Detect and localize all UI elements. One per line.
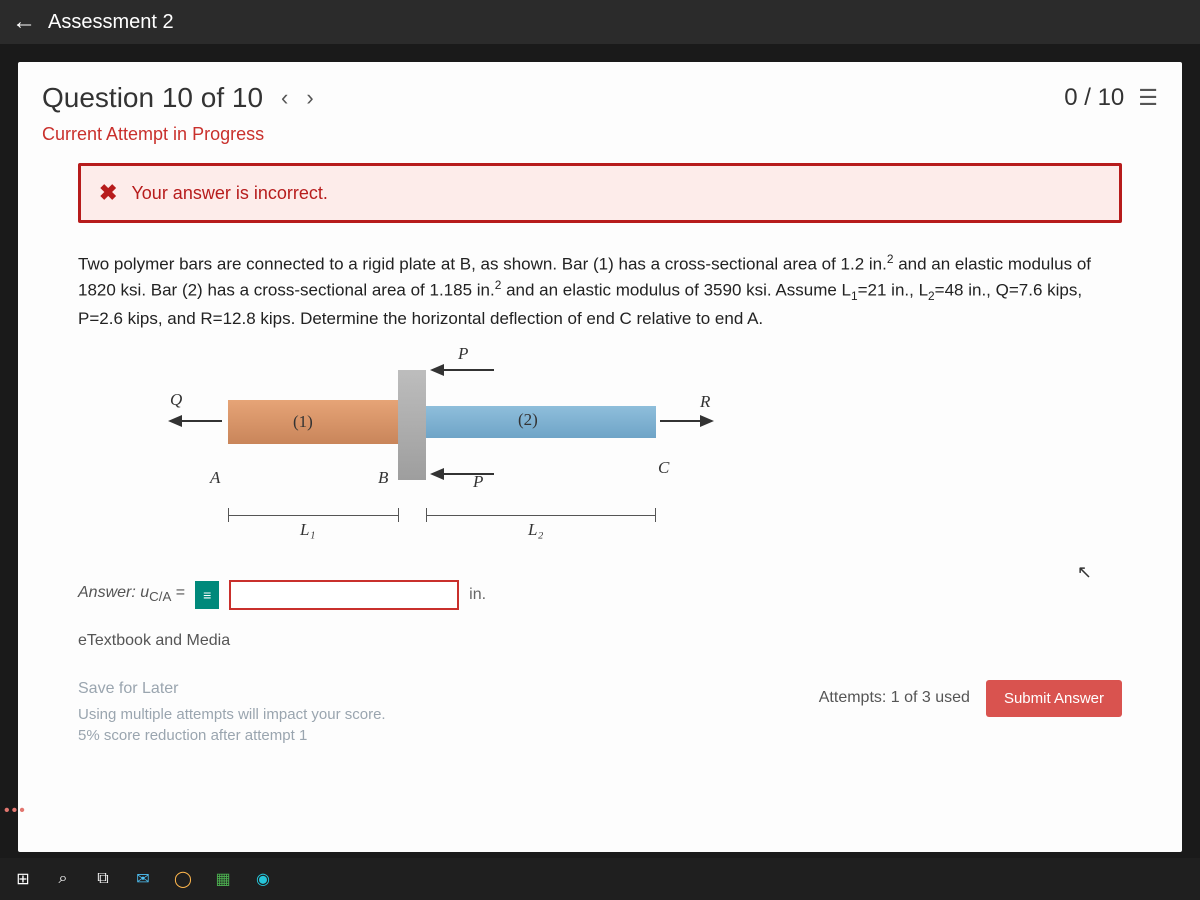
- attempt-status: Current Attempt in Progress: [18, 124, 1182, 163]
- answer-row: Answer: uC/A = ≡ in.: [78, 580, 1122, 610]
- label-l2: L₂: [528, 520, 543, 540]
- browser-icon[interactable]: ◯: [170, 866, 196, 892]
- error-message: Your answer is incorrect.: [131, 183, 327, 204]
- window-titlebar: ← Assessment 2: [0, 0, 1200, 44]
- task-view-icon[interactable]: ⧉: [90, 866, 116, 892]
- error-x-icon: ✖: [99, 180, 117, 206]
- prev-question-button[interactable]: ‹: [281, 85, 288, 111]
- footer-left: Save for Later Using multiple attempts w…: [78, 680, 386, 746]
- error-banner: ✖ Your answer is incorrect.: [78, 163, 1122, 223]
- mail-icon[interactable]: ✉: [130, 866, 156, 892]
- etextbook-link[interactable]: eTextbook and Media: [78, 632, 1122, 650]
- answer-unit: in.: [469, 586, 486, 604]
- rigid-plate: [398, 370, 426, 480]
- force-arrow-q: [168, 415, 182, 427]
- start-menu-icon[interactable]: ⊞: [10, 866, 36, 892]
- footer-row: Save for Later Using multiple attempts w…: [78, 680, 1122, 746]
- question-header: Question 10 of 10 ‹ › 0 / 10 ☰: [18, 62, 1182, 124]
- label-bar1: (1): [293, 412, 313, 432]
- app-icon-2[interactable]: ◉: [250, 866, 276, 892]
- label-p-bot: P: [473, 472, 483, 492]
- label-q: Q: [170, 390, 182, 410]
- side-menu-dots[interactable]: •••: [4, 802, 27, 820]
- impact-note-1: Using multiple attempts will impact your…: [78, 704, 386, 725]
- back-arrow-icon[interactable]: ←: [12, 8, 36, 36]
- bar-2: [426, 406, 656, 438]
- label-a: A: [210, 468, 220, 488]
- question-list-icon[interactable]: ☰: [1138, 85, 1158, 111]
- next-question-button[interactable]: ›: [306, 85, 313, 111]
- score-display: 0 / 10: [1064, 84, 1124, 112]
- label-p-top: P: [458, 344, 468, 364]
- impact-note-2: 5% score reduction after attempt 1: [78, 725, 386, 746]
- cursor-icon: ↖: [1077, 562, 1092, 583]
- app-icon-1[interactable]: ▦: [210, 866, 236, 892]
- answer-input[interactable]: [229, 580, 459, 610]
- footer-right: Attempts: 1 of 3 used Submit Answer: [819, 680, 1122, 717]
- save-for-later-link[interactable]: Save for Later: [78, 680, 386, 698]
- attempts-used: Attempts: 1 of 3 used: [819, 689, 970, 707]
- submit-answer-button[interactable]: Submit Answer: [986, 680, 1122, 717]
- force-arrow-p-bot: [430, 468, 444, 480]
- bar-1: [228, 400, 398, 444]
- label-b: B: [378, 468, 388, 488]
- question-nav: ‹ ›: [281, 85, 314, 111]
- problem-statement: Two polymer bars are connected to a rigi…: [78, 251, 1122, 332]
- force-arrow-p-top: [430, 364, 444, 376]
- assessment-title: Assessment 2: [48, 11, 174, 34]
- content-panel: Question 10 of 10 ‹ › 0 / 10 ☰ Current A…: [18, 62, 1182, 852]
- label-bar2: (2): [518, 410, 538, 430]
- taskbar: ⊞ ⌕ ⧉ ✉ ◯ ▦ ◉: [0, 858, 1200, 900]
- force-arrow-r: [700, 415, 714, 427]
- problem-diagram: Q (1) P P (2) R A B C L₁: [78, 350, 678, 560]
- search-icon[interactable]: ⌕: [50, 866, 76, 892]
- label-l1: L₁: [300, 520, 315, 540]
- answer-label: Answer: uC/A =: [78, 584, 185, 604]
- hint-icon[interactable]: ≡: [195, 581, 219, 609]
- label-c: C: [658, 458, 669, 478]
- label-r: R: [700, 392, 710, 412]
- question-number: Question 10 of 10: [42, 82, 263, 114]
